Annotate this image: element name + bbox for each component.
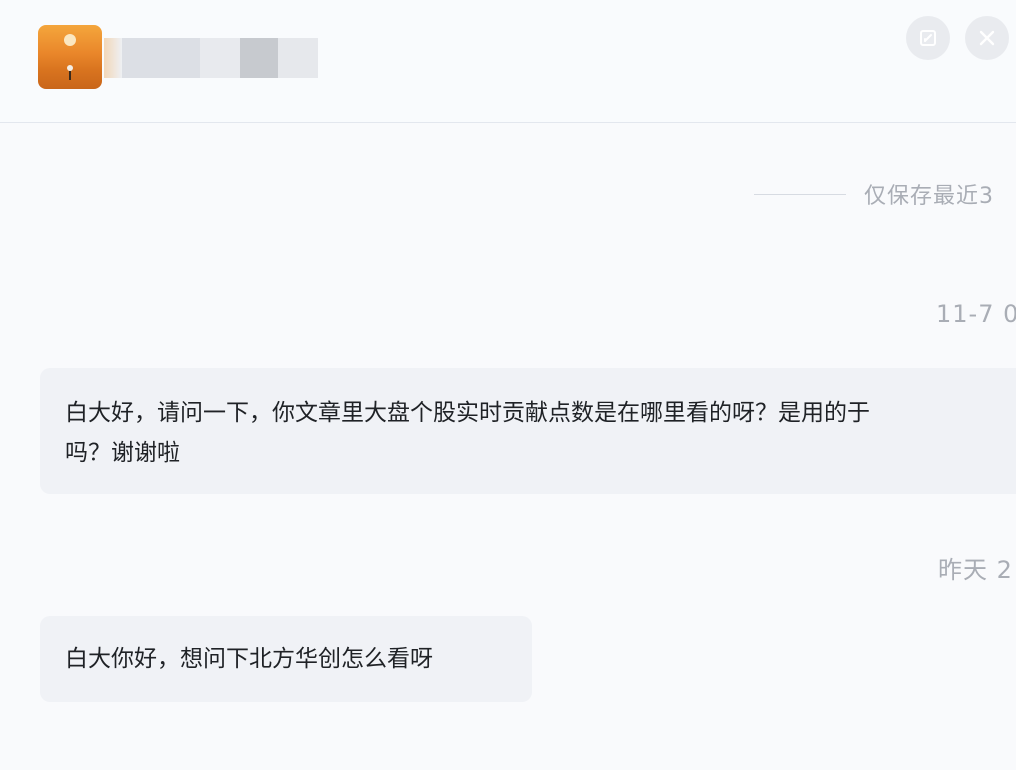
sun-shape [64, 34, 76, 46]
divider-line [754, 193, 846, 195]
figure-body [69, 71, 71, 80]
name-blur-block [240, 38, 278, 78]
edit-icon [920, 30, 936, 46]
message-text-line: 白大你好，想问下北方华创怎么看呀 [65, 646, 433, 672]
close-icon [979, 30, 995, 46]
message-text-line: 白大好，请问一下，你文章里大盘个股实时贡献点数是在哪里看的呀？是用的于 [65, 400, 870, 426]
close-button[interactable] [965, 16, 1009, 60]
name-blur-tail [104, 38, 122, 78]
message-timestamp: 11-7 0 [936, 300, 1016, 328]
name-blur-block [122, 38, 200, 78]
message-bubble[interactable]: 白大你好，想问下北方华创怎么看呀 [40, 616, 532, 702]
history-notice: 仅保存最近3 [754, 178, 994, 210]
message-timestamp: 昨天 2 [938, 556, 1013, 584]
blurred-username [104, 38, 318, 78]
name-blur-block [278, 38, 318, 78]
person-figure [66, 65, 74, 81]
message-text-line: 吗？谢谢啦 [65, 440, 180, 466]
chat-header [0, 0, 1016, 123]
edit-button[interactable] [906, 16, 950, 60]
sunset-avatar-icon[interactable] [38, 25, 102, 89]
name-blur-block [200, 38, 240, 78]
notice-text: 仅保存最近3 [864, 184, 994, 209]
chat-window: 仅保存最近3 11-7 0 白大好，请问一下，你文章里大盘个股实时贡献点数是在哪… [0, 0, 1016, 770]
message-bubble[interactable]: 白大好，请问一下，你文章里大盘个股实时贡献点数是在哪里看的呀？是用的于 吗？谢谢… [40, 368, 1016, 494]
